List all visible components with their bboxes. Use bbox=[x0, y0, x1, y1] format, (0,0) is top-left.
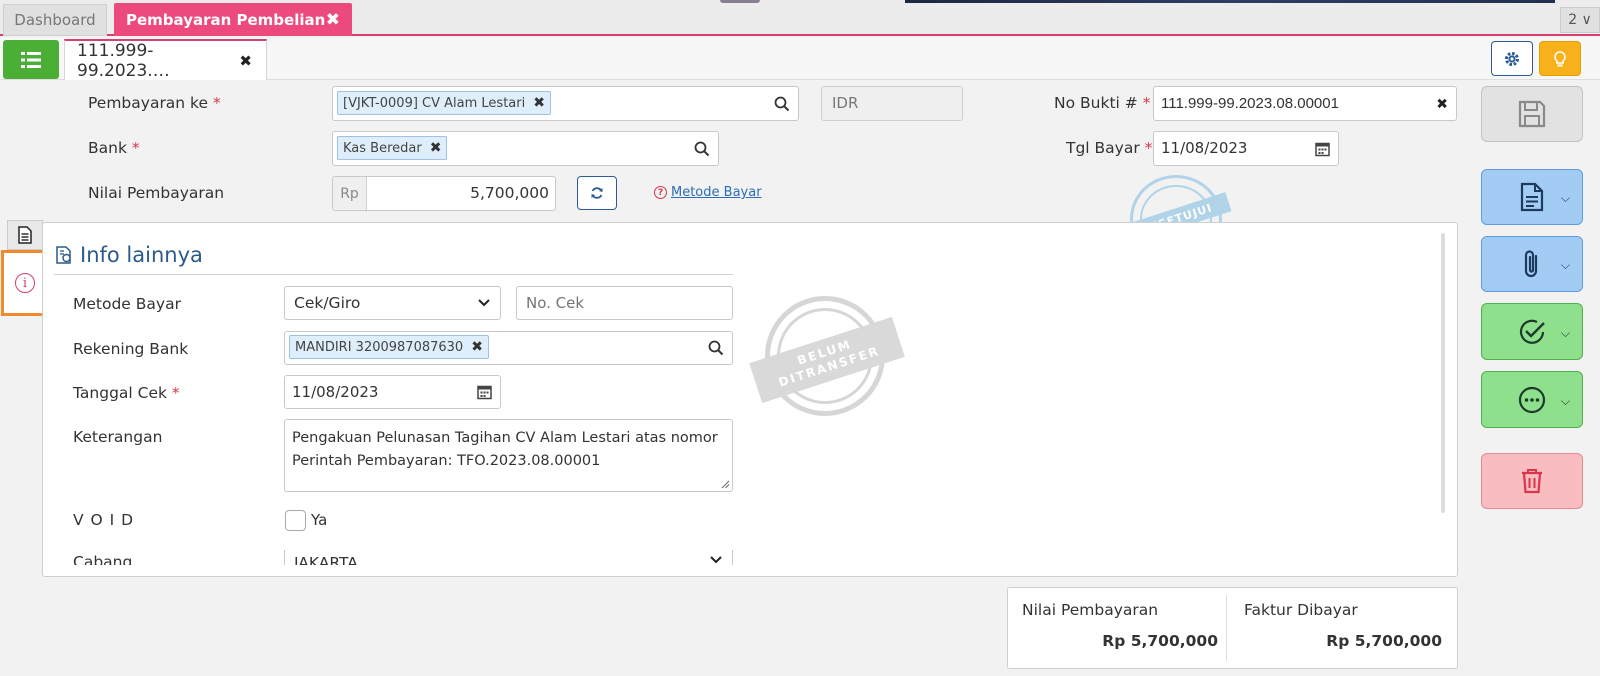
paperclip-icon bbox=[1524, 250, 1538, 278]
metode-bayar-link[interactable]: ? Metode Bayar bbox=[654, 185, 762, 200]
chevron-down-icon: ⌵ bbox=[1560, 393, 1570, 408]
top-banner-strip bbox=[905, 0, 1555, 3]
cabang-select[interactable]: JAKARTA bbox=[284, 550, 733, 565]
header-divider bbox=[54, 274, 733, 275]
calendar-icon[interactable] bbox=[477, 385, 492, 400]
search-icon[interactable] bbox=[694, 141, 710, 157]
tips-button[interactable] bbox=[1539, 41, 1581, 76]
no-cek-input[interactable] bbox=[516, 286, 733, 320]
keterangan-label: Keterangan bbox=[73, 428, 163, 446]
bank-chip: Kas Beredar ✖ bbox=[337, 136, 448, 160]
tgl-bayar-input[interactable]: 11/08/2023 bbox=[1153, 131, 1339, 166]
chevron-down-icon: ⌵ bbox=[1560, 325, 1570, 340]
remove-icon[interactable]: ✖ bbox=[533, 95, 545, 111]
trash-icon bbox=[1522, 469, 1542, 494]
document-icon bbox=[1520, 182, 1544, 212]
tab-pembayaran-pembelian[interactable]: Pembayaran Pembelian ✖ bbox=[114, 3, 352, 36]
refresh-icon bbox=[591, 187, 603, 199]
save-icon bbox=[1518, 100, 1546, 128]
save-button[interactable] bbox=[1481, 86, 1583, 142]
tanggal-cek-input[interactable]: 11/08/2023 bbox=[284, 375, 501, 409]
bank-field[interactable]: Kas Beredar ✖ bbox=[332, 131, 719, 166]
rekening-bank-field[interactable]: MANDIRI 3200987087630 ✖ bbox=[284, 331, 733, 365]
report-icon bbox=[56, 246, 71, 264]
resize-handle-icon[interactable] bbox=[720, 479, 730, 489]
list-view-button[interactable] bbox=[3, 40, 59, 79]
summary-nilai-label: Nilai Pembayaran bbox=[1022, 601, 1159, 619]
more-icon bbox=[1518, 386, 1546, 413]
bank-label: Bank * bbox=[88, 139, 140, 157]
currency-prefix: Rp bbox=[333, 177, 367, 210]
chevron-down-icon: ⌵ bbox=[1560, 258, 1570, 272]
clear-icon[interactable]: ✖ bbox=[1436, 95, 1448, 112]
summary-faktur-label: Faktur Dibayar bbox=[1244, 601, 1358, 619]
no-bukti-input[interactable]: 111.999-99.2023.08.00001 ✖ bbox=[1153, 86, 1457, 121]
summary-nilai-value: Rp 5,700,000 bbox=[1102, 632, 1218, 650]
side-tab-details[interactable] bbox=[7, 220, 43, 250]
nilai-pembayaran-input[interactable]: Rp 5,700,000 bbox=[332, 176, 556, 211]
settings-button[interactable] bbox=[1491, 41, 1533, 76]
search-icon[interactable] bbox=[708, 340, 724, 356]
document-tab-label: 111.999-99.2023.… bbox=[77, 40, 170, 81]
delete-button[interactable] bbox=[1481, 453, 1583, 509]
approve-button[interactable]: ⌵ bbox=[1481, 303, 1583, 360]
attachment-button[interactable]: ⌵ bbox=[1481, 236, 1583, 292]
document-icon bbox=[18, 226, 32, 244]
currency-field: IDR bbox=[821, 86, 963, 121]
tab-counter-dropdown[interactable]: 2 ∨ bbox=[1560, 7, 1600, 33]
payment-summary bbox=[1007, 587, 1458, 669]
remove-icon[interactable]: ✖ bbox=[471, 339, 483, 355]
calendar-icon[interactable] bbox=[1315, 141, 1330, 156]
panel-scrollbar[interactable] bbox=[1441, 233, 1445, 513]
void-label: V O I D bbox=[73, 511, 135, 529]
chevron-down-icon: ⌵ bbox=[1560, 191, 1570, 205]
rekening-chip: MANDIRI 3200987087630 ✖ bbox=[289, 335, 489, 359]
vendor-chip: [VJKT-0009] CV Alam Lestari ✖ bbox=[337, 91, 551, 115]
void-checkbox[interactable] bbox=[285, 510, 306, 531]
tab-dashboard[interactable]: Dashboard bbox=[3, 4, 107, 36]
no-bukti-label: No Bukti # * bbox=[1054, 94, 1151, 112]
info-panel-header: Info lainnya bbox=[54, 243, 203, 267]
summary-faktur-value: Rp 5,700,000 bbox=[1326, 632, 1442, 650]
more-actions-button[interactable]: ⌵ bbox=[1481, 371, 1583, 428]
search-icon[interactable] bbox=[774, 96, 790, 112]
not-transferred-stamp: BELUM DITRANSFER bbox=[749, 296, 905, 416]
refresh-button[interactable] bbox=[577, 176, 617, 210]
summary-divider bbox=[1226, 595, 1227, 661]
metode-bayar-select[interactable]: Cek/Giro bbox=[284, 286, 501, 320]
cabang-label: Cabang bbox=[73, 553, 133, 565]
info-icon: i bbox=[15, 273, 35, 293]
tgl-bayar-label: Tgl Bayar * bbox=[1066, 139, 1153, 157]
print-document-button[interactable]: ⌵ bbox=[1481, 169, 1583, 225]
pembayaran-ke-label: Pembayaran ke * bbox=[88, 94, 221, 112]
top-decoration bbox=[720, 0, 760, 3]
pembayaran-ke-field[interactable]: [VJKT-0009] CV Alam Lestari ✖ bbox=[332, 86, 799, 121]
close-icon[interactable]: ✖ bbox=[239, 52, 252, 70]
close-icon[interactable]: ✖ bbox=[326, 10, 340, 30]
document-tab[interactable]: 111.999-99.2023.… ✖ bbox=[64, 39, 267, 81]
metode-bayar-label: Metode Bayar bbox=[73, 295, 181, 313]
keterangan-textarea[interactable]: Pengakuan Pelunasan Tagihan CV Alam Lest… bbox=[284, 419, 733, 492]
nilai-pembayaran-value: 5,700,000 bbox=[470, 184, 549, 202]
list-icon bbox=[21, 51, 41, 68]
chevron-down-icon bbox=[478, 299, 490, 307]
cabang-row-clip: Cabang JAKARTA bbox=[42, 550, 1458, 565]
rekening-bank-label: Rekening Bank bbox=[73, 340, 189, 358]
void-option-label: Ya bbox=[311, 511, 328, 529]
remove-icon[interactable]: ✖ bbox=[430, 140, 442, 156]
gear-icon bbox=[1505, 51, 1519, 66]
tab-label: Pembayaran Pembelian bbox=[126, 10, 326, 29]
tanggal-cek-label: Tanggal Cek * bbox=[73, 384, 180, 402]
help-icon: ? bbox=[654, 186, 667, 199]
info-panel-title: Info lainnya bbox=[80, 243, 203, 267]
nilai-pembayaran-label: Nilai Pembayaran bbox=[88, 184, 225, 202]
chevron-down-icon bbox=[710, 556, 722, 564]
lightbulb-icon bbox=[1554, 50, 1566, 66]
check-circle-icon bbox=[1519, 319, 1545, 344]
info-panel bbox=[42, 222, 1458, 577]
